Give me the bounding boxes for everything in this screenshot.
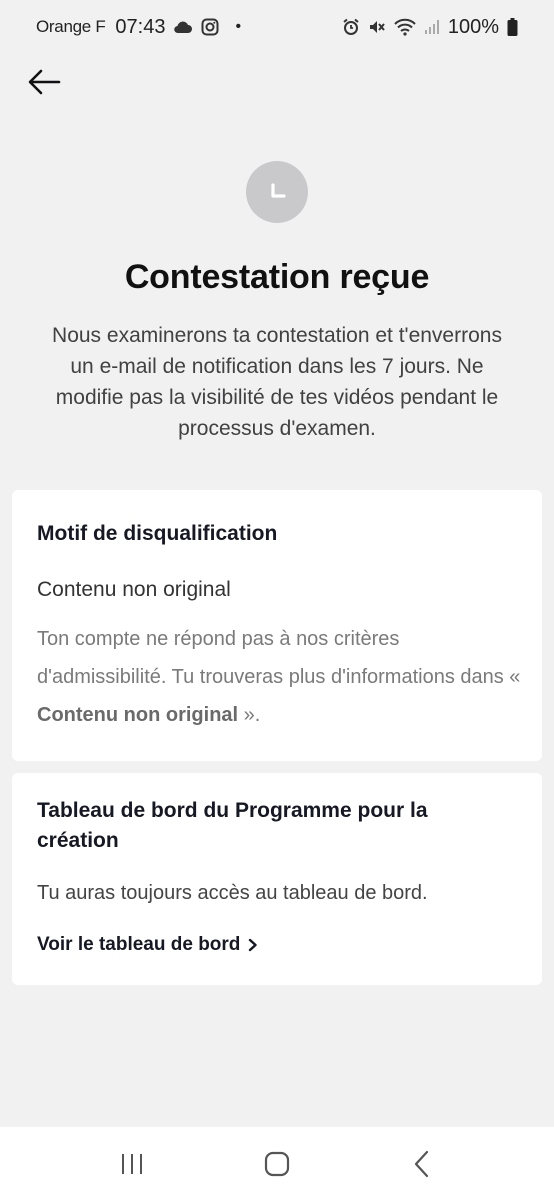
alarm-icon — [342, 18, 360, 36]
wifi-icon — [394, 18, 416, 36]
description-suffix: ». — [238, 704, 261, 726]
chevron-right-icon — [249, 938, 258, 952]
view-dashboard-link[interactable]: Voir le tableau de bord — [37, 934, 258, 956]
home-button[interactable] — [247, 1139, 307, 1189]
clock-icon — [271, 183, 286, 198]
original-content-link[interactable]: Contenu non original — [37, 704, 238, 726]
status-left: Orange F 07:43 • — [36, 16, 241, 39]
system-nav-bar — [0, 1127, 554, 1200]
status-right: 100% — [342, 16, 518, 39]
disqualification-title: Motif de disqualification — [37, 522, 278, 545]
recents-icon — [122, 1153, 143, 1174]
battery-icon — [507, 18, 518, 36]
description-text: Ton compte ne répond pas à nos critères … — [37, 628, 521, 688]
clock-badge — [246, 161, 308, 223]
back-icon — [414, 1150, 428, 1177]
home-icon — [264, 1151, 290, 1176]
confirmation-message: Nous examinerons ta contestation et t'en… — [52, 324, 502, 440]
nav-back-button[interactable] — [392, 1139, 452, 1189]
signal-icon — [424, 19, 440, 35]
dashboard-title: Tableau de bord du Programme pour la cré… — [37, 799, 428, 852]
disqualification-reason: Contenu non original — [37, 578, 231, 601]
mute-icon — [368, 18, 386, 36]
back-button[interactable] — [22, 62, 66, 102]
dashboard-description: Tu auras toujours accès au tableau de bo… — [37, 882, 428, 904]
arrow-left-icon — [28, 69, 61, 95]
cloud-icon — [173, 20, 193, 34]
status-bar: Orange F 07:43 • 100% — [0, 0, 554, 54]
view-dashboard-label: Voir le tableau de bord — [37, 934, 241, 955]
disqualification-description: Ton compte ne répond pas à nos critères … — [37, 620, 527, 734]
carrier-name: Orange F — [36, 17, 106, 36]
notification-dot: • — [235, 18, 242, 35]
battery-level: 100% — [447, 15, 499, 38]
recents-button[interactable] — [102, 1139, 162, 1189]
instagram-icon — [201, 18, 219, 36]
status-time: 07:43 — [115, 15, 166, 38]
page-title: Contestation reçue — [124, 258, 430, 296]
